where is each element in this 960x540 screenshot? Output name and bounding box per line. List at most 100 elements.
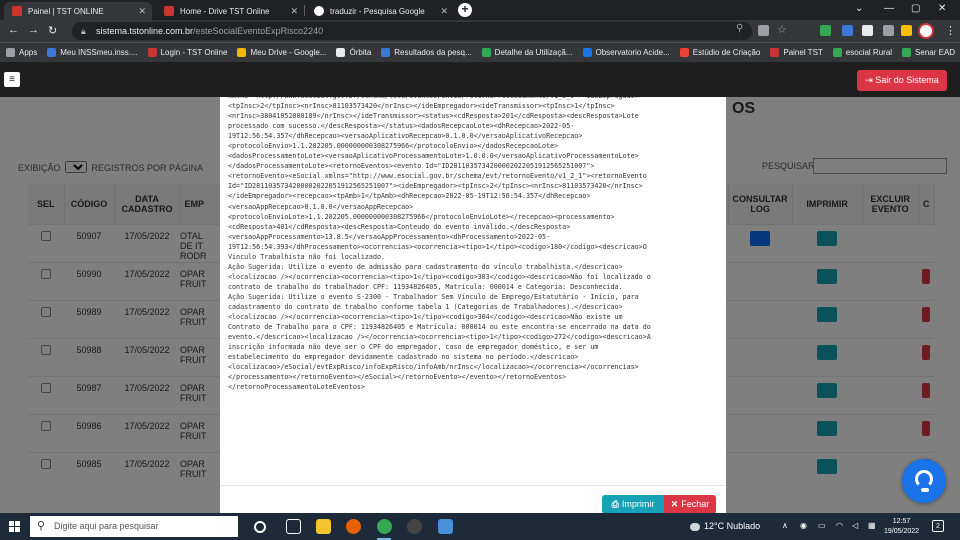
bookmarks-bar: Apps Meu INSSmeu.inss.... Login - TST Onli… [0, 42, 960, 62]
taskbar-search-placeholder: Digite aqui para pesquisar [54, 521, 159, 531]
keyboard-icon[interactable]: ▦ [868, 521, 876, 530]
support-chat-button[interactable] [902, 459, 946, 503]
bookmark-item[interactable]: esocial Rural [832, 48, 893, 57]
headset-icon [915, 470, 933, 488]
wifi-icon[interactable]: ◠ [836, 521, 843, 530]
network-icon[interactable]: ▭ [818, 521, 826, 530]
print-label: Imprimir [621, 499, 655, 509]
extensions-puzzle-icon[interactable] [883, 25, 894, 36]
headset-mic-icon [921, 488, 929, 492]
bookmark-item[interactable]: Observatorio Acide... [582, 48, 670, 57]
volume-icon[interactable]: ◁ [852, 521, 858, 530]
xml-content: xmlns="http://www.esocial.gov.br/schema/… [228, 97, 722, 485]
new-tab-button[interactable]: + [458, 3, 472, 17]
bookmark-item[interactable]: Meu INSSmeu.inss.... [47, 48, 138, 57]
bookmark-favicon-icon [237, 48, 247, 57]
search-icon: ⚲ [37, 520, 46, 532]
extension-icon[interactable] [842, 25, 853, 36]
google-favicon-icon [314, 6, 324, 16]
bookmark-item[interactable]: Painel TST [770, 48, 823, 57]
reload-icon[interactable]: ↻ [48, 24, 57, 37]
app-icon[interactable] [407, 519, 422, 534]
xml-line: evento.</descricao><localizacao /></ocor… [228, 333, 651, 342]
close-tab-icon[interactable]: ✕ [138, 6, 146, 17]
bookmark-label: esocial Rural [845, 48, 893, 57]
tab-drive[interactable]: Home - Drive TST Online ✕ [156, 2, 304, 20]
extension-icon[interactable] [820, 25, 831, 36]
system-clock[interactable]: 12:57 19/05/2022 [884, 517, 919, 537]
bookmark-item[interactable]: Estúdio de Criação [679, 48, 760, 57]
bookmark-label: Painel TST [783, 48, 823, 57]
bookmark-favicon-icon [6, 48, 15, 57]
close-tab-icon[interactable]: ✕ [440, 6, 448, 17]
chrome-icon[interactable] [377, 519, 392, 534]
notification-count: 2 [936, 523, 940, 530]
maximize-icon[interactable]: ▢ [911, 3, 920, 14]
bookmark-item[interactable]: Senar EAD [902, 48, 955, 57]
bookmark-favicon-icon [770, 48, 780, 57]
close-tab-icon[interactable]: ✕ [290, 6, 298, 17]
bookmark-label: Detalhe da Utilizaçã... [494, 48, 573, 57]
bookmark-favicon-icon [832, 48, 842, 57]
logout-label: Sair do Sistema [875, 75, 939, 85]
tab-search-icon[interactable]: ⌄ [855, 3, 863, 14]
bookmark-label: Meu Drive - Google... [250, 48, 327, 57]
menu-dots-icon[interactable]: ⋮ [945, 24, 956, 37]
bookmark-star-icon[interactable]: ☆ [777, 23, 788, 36]
print-button[interactable]: ⎙ Imprimir [602, 495, 664, 514]
profile-avatar[interactable] [918, 23, 934, 39]
logout-button[interactable]: ⇥ Sair do Sistema [857, 70, 947, 91]
tab-google[interactable]: traduzir - Pesquisa Google ✕ [306, 2, 454, 20]
xml-line: <nrInsc>38041052000189</nrInsc></ideTran… [228, 112, 639, 121]
xml-line: <localizacao /></ocorrencia><ocorrencia>… [228, 313, 623, 322]
task-view-icon[interactable] [286, 519, 301, 534]
xml-line: </ideEmpregador><recepcao><tpAmb>1</tpAm… [228, 192, 591, 201]
bookmark-item[interactable]: Resultados da pesq... [381, 48, 472, 57]
xml-line: <localizacao /></ocorrencia><ocorrencia>… [228, 272, 651, 281]
xml-line: 19T12:56:54.393</dhProcessamento><ocorre… [228, 242, 647, 251]
bookmark-label: Resultados da pesq... [394, 48, 472, 57]
forward-icon[interactable]: → [28, 24, 39, 36]
bookmark-item[interactable]: Login - TST Online [147, 48, 227, 57]
url-path: /esteSocialEventoExpRisco2240 [193, 26, 324, 36]
notifications-icon[interactable]: 2 [932, 520, 944, 532]
xml-line: estabelecimento do empregador devidament… [228, 353, 579, 362]
tst-favicon-icon [12, 6, 22, 16]
extension-icon[interactable] [901, 25, 912, 36]
close-label: Fechar [681, 499, 710, 509]
url-host: sistema.tstonline.com.br [96, 26, 194, 36]
bookmark-favicon-icon [381, 48, 391, 57]
extension-icon[interactable] [862, 25, 873, 36]
tray-app-icon[interactable]: ◉ [800, 521, 807, 530]
close-icon: ✕ [670, 499, 679, 509]
xml-line: Ação Sugerida: Utilize o evento de admis… [228, 262, 623, 271]
close-window-icon[interactable]: ✕ [938, 3, 946, 14]
bookmark-item[interactable]: Detalhe da Utilizaçã... [481, 48, 573, 57]
app-icon[interactable] [438, 519, 453, 534]
firefox-icon[interactable] [346, 519, 361, 534]
back-icon[interactable]: ← [8, 24, 19, 36]
lock-icon: 🔒︎ [81, 26, 86, 36]
url-bar[interactable]: 🔒︎ sistema.tstonline.com.br/esteSocialEv… [72, 22, 752, 40]
cortana-icon[interactable] [254, 521, 266, 533]
tab-painel[interactable]: Painel | TST ONLINE ✕ [4, 2, 152, 20]
menu-toggle-button[interactable]: ≡ [4, 72, 20, 87]
xml-line: </retornoProcessamentoLoteEventos> [228, 383, 365, 392]
xml-line: <versaoAppProcessamento>13.8.5</versaoAp… [228, 232, 551, 241]
address-bar-row: ← → ↻ 🔒︎ sistema.tstonline.com.br/esteSo… [0, 20, 960, 42]
windows-start-icon[interactable] [9, 521, 20, 532]
minimize-icon[interactable]: — [884, 3, 894, 14]
weather-widget[interactable]: 12°C Nublado [690, 521, 760, 531]
bookmark-item[interactable]: Meu Drive - Google... [237, 48, 326, 57]
xml-line: processado com sucesso.</descResposta></… [228, 122, 575, 131]
bookmark-item[interactable]: Órbita [336, 48, 371, 57]
share-icon[interactable] [758, 25, 769, 36]
zoom-icon[interactable]: ⚲ [736, 23, 747, 34]
file-explorer-icon[interactable] [316, 519, 331, 534]
xml-line: Contrato de Trabalho para o CPF: 1193482… [228, 323, 651, 332]
bookmark-item[interactable]: Apps [6, 48, 37, 57]
bookmark-favicon-icon [679, 48, 689, 57]
tray-chevron-icon[interactable]: ∧ [782, 521, 788, 530]
close-button[interactable]: ✕ Fechar [664, 495, 716, 514]
taskbar-search-box[interactable]: ⚲ Digite aqui para pesquisar [30, 516, 238, 537]
